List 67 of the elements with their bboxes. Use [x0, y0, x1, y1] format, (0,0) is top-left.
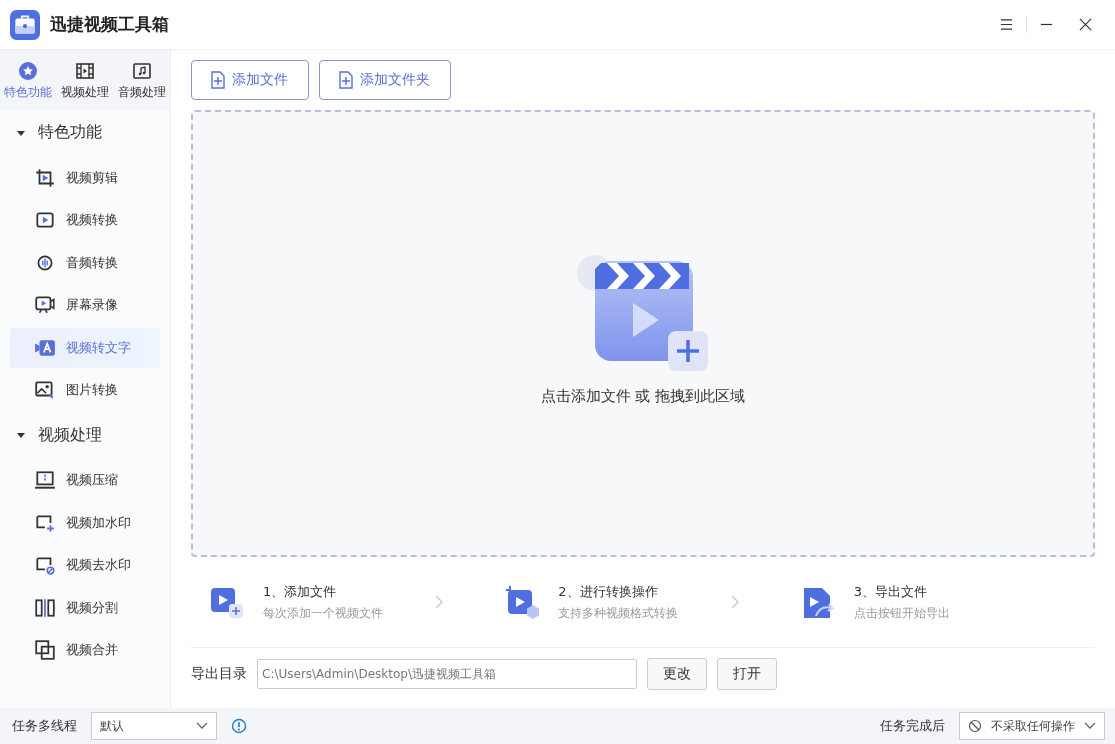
- close-icon[interactable]: [1078, 17, 1093, 32]
- step-title: 3、导出文件: [853, 583, 928, 601]
- step-title: 1、添加文件: [263, 583, 338, 601]
- tool-icon: [34, 469, 56, 491]
- music-note-icon: [131, 60, 152, 81]
- tool-icon: [34, 294, 56, 316]
- drop-zone[interactable]: 点击添加文件 或 拖拽到此区域: [191, 110, 1095, 557]
- folder-button[interactable]: 更改: [647, 658, 707, 690]
- window-title: 迅捷视频工具箱: [50, 13, 169, 36]
- step-title: 2、进行转换操作: [558, 583, 659, 601]
- tree-group[interactable]: 特色功能: [0, 110, 170, 155]
- after-task-label: 任务完成后: [880, 717, 945, 735]
- drop-hint: 点击添加文件 或 拖拽到此区域: [540, 387, 746, 406]
- tree-group[interactable]: 视频处理: [0, 412, 170, 458]
- sidebar-item[interactable]: 图片转换: [10, 370, 160, 410]
- thread-dropdown[interactable]: 默认: [91, 712, 217, 740]
- step-description: 支持多种视频格式转换: [558, 606, 679, 621]
- sidebar-item-label: 视频合并: [66, 641, 118, 659]
- sidebar-item-label: 视频分割: [66, 598, 118, 617]
- info-icon[interactable]: [231, 718, 247, 734]
- sidebar-item[interactable]: 视频分割: [10, 587, 160, 628]
- after-task-dropdown[interactable]: 不采取任何操作: [959, 712, 1105, 740]
- add-file-button[interactable]: 添加文件: [191, 60, 309, 100]
- tool-icon: [34, 166, 56, 189]
- sidebar-item-label: 视频转换: [66, 211, 118, 229]
- tool-icon: [34, 596, 56, 619]
- output-folder-label: 导出目录: [191, 665, 247, 683]
- sidebar-item[interactable]: 视频剪辑: [10, 157, 160, 198]
- category-tab[interactable]: 视频处理: [56, 50, 114, 110]
- category-tab[interactable]: 特色功能: [0, 50, 57, 110]
- sidebar-item-label: 视频去水印: [66, 556, 131, 574]
- film-strip-icon: [75, 60, 95, 81]
- add-file-button[interactable]: 添加文件夹: [319, 60, 451, 100]
- toolbox-logo-icon: [10, 9, 40, 40]
- thread-label: 任务多线程: [12, 717, 77, 735]
- sidebar-item-label: 音频转换: [66, 253, 118, 272]
- chevron-down-icon: [196, 722, 208, 730]
- sidebar-item[interactable]: 视频加水印: [10, 502, 160, 543]
- category-tab[interactable]: 音频处理: [113, 50, 170, 110]
- caret-icon: [16, 430, 26, 440]
- file-plus-icon: [210, 71, 226, 89]
- sidebar-item-label: 视频转文字: [66, 338, 131, 357]
- sidebar-item[interactable]: 视频合并: [10, 630, 160, 670]
- step-description: 点击按钮开始导出: [853, 606, 950, 621]
- sidebar-item-label: 视频剪辑: [66, 168, 118, 187]
- tool-icon: [34, 639, 56, 661]
- chevron-down-icon: [1084, 722, 1096, 730]
- sidebar-item[interactable]: 视频去水印: [10, 545, 160, 585]
- sidebar-item-label: 图片转换: [66, 381, 118, 399]
- tool-icon: [34, 379, 56, 401]
- menu-icon[interactable]: [999, 17, 1014, 32]
- step-description: 每次添加一个视频文件: [263, 606, 383, 621]
- sidebar-item[interactable]: 视频转换: [10, 200, 160, 240]
- chevron-icon: [729, 594, 740, 610]
- output-path-field[interactable]: C:\Users\Admin\Desktop\迅捷视频工具箱: [257, 659, 637, 689]
- sidebar-item-label: 视频压缩: [66, 471, 118, 489]
- step-icon: [504, 584, 541, 620]
- sidebar-item[interactable]: 屏幕录像: [10, 285, 160, 325]
- chevron-icon: [434, 594, 445, 610]
- sidebar-item[interactable]: 音频转换: [10, 242, 160, 283]
- sidebar-item-label: 屏幕录像: [66, 296, 118, 314]
- file-plus-icon: [338, 71, 354, 89]
- sidebar-item[interactable]: 视频压缩: [10, 460, 160, 500]
- prohibited-icon: [968, 719, 982, 733]
- sidebar-item-label: 视频加水印: [66, 513, 131, 532]
- sidebar-item[interactable]: 视频转文字: [10, 327, 160, 368]
- folder-button[interactable]: 打开: [717, 658, 777, 690]
